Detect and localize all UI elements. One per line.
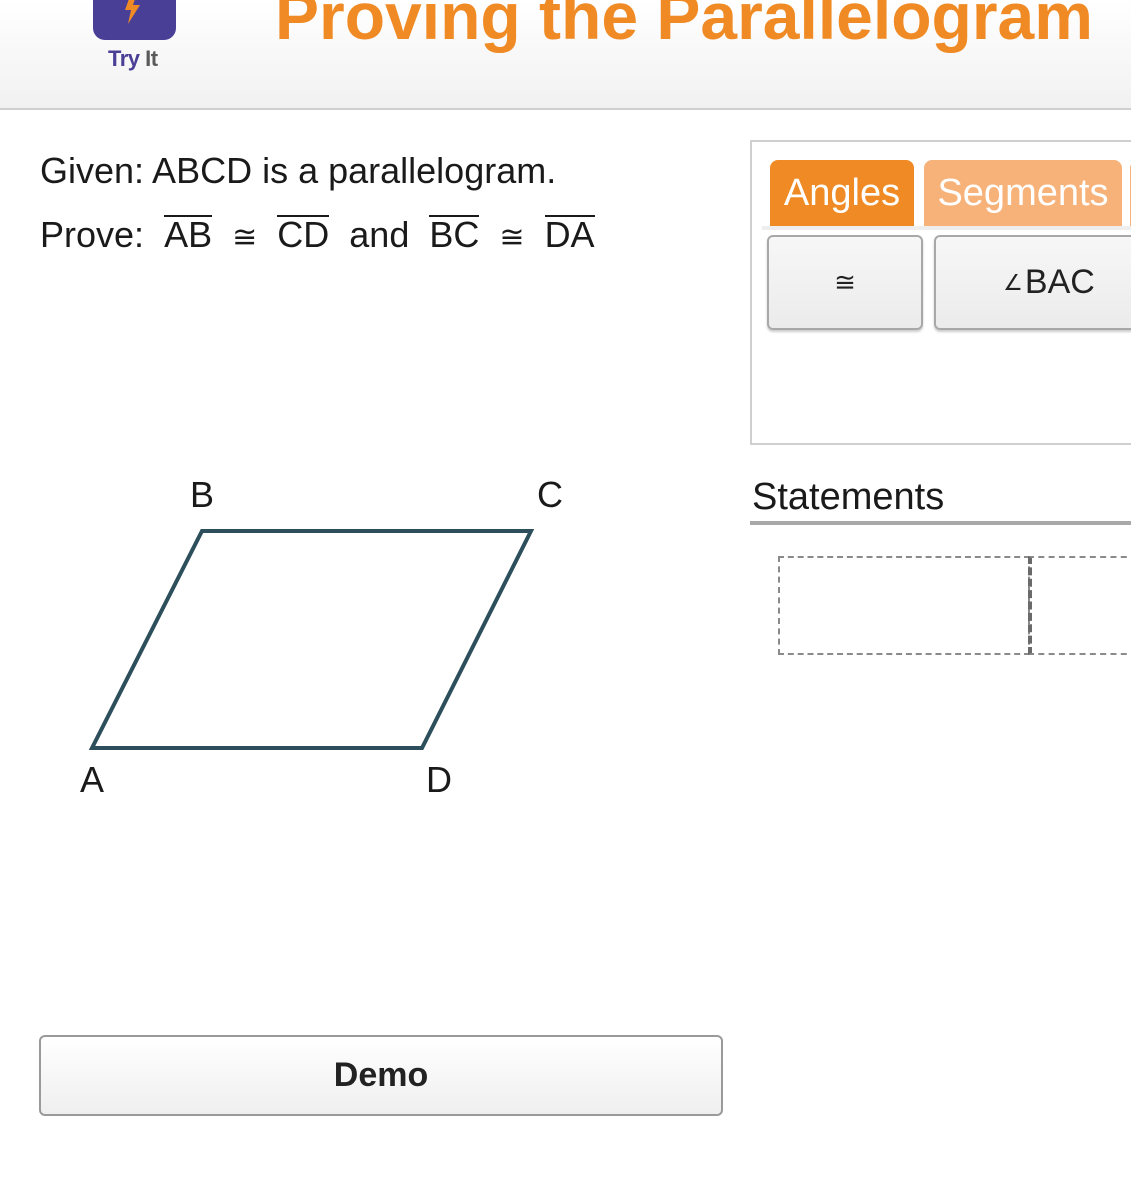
prove-statement: Prove: AB ≅ CD and BC ≅ DA [40,214,595,256]
parallelogram-figure: B C A D [60,470,600,815]
demo-button[interactable]: Demo [39,1035,723,1116]
angle-bac-label: BAC [1024,263,1095,301]
given-statement: Given: ABCD is a parallelogram. [40,150,557,191]
vertex-label-a: A [80,759,104,800]
segment-ab: AB [164,214,213,255]
congruent-symbol-2: ≅ [499,221,525,254]
segment-cd: CD [277,214,330,255]
tab-segments[interactable]: Segments [924,160,1122,226]
try-it-try: Try [108,46,140,71]
lightning-bolt-icon[interactable] [93,0,176,40]
segment-bc: BC [429,214,480,255]
vertex-label-b: B [190,474,214,515]
page-title: Proving the Parallelogram [275,0,1093,53]
parallelogram-diagram: B C A D [80,474,563,800]
statement-drop-slot-2[interactable] [1028,556,1131,655]
vertex-label-d: D [426,759,452,800]
tab-strip [762,226,1131,230]
vertex-label-c: C [537,474,563,515]
lightning-bolt-glyph [125,0,140,24]
statement-drop-slot[interactable] [778,556,1030,655]
try-it-it: It [145,46,158,71]
statements-divider [750,521,1131,525]
parallelogram-shape [88,529,535,750]
statements-heading: Statements [752,476,945,518]
segment-da: DA [544,214,595,255]
tab-angles[interactable]: Angles [770,160,914,226]
congruent-symbol-button[interactable]: ≅ [767,235,923,330]
header-bar: Try It Proving the Parallelogram [0,0,1131,110]
angle-bac-button[interactable]: ∠ BAC [934,235,1131,330]
congruent-symbol-1: ≅ [232,221,258,254]
angle-icon: ∠ [1003,269,1023,295]
and-word: and [349,214,410,255]
symbol-palette: Angles Segments ≅ ∠ BAC [750,140,1131,445]
prove-label: Prove: [40,214,145,255]
page: Try It Proving the Parallelogram Given: … [0,0,1131,1200]
try-it-label[interactable]: Try It [108,46,158,72]
